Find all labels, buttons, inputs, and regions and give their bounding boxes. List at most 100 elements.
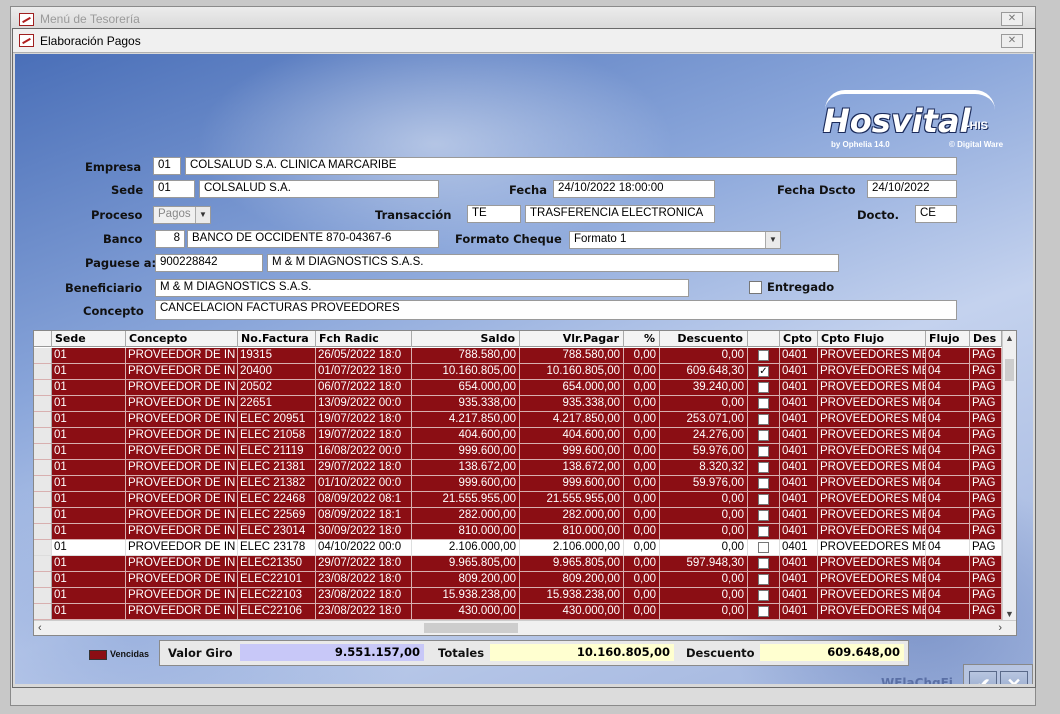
row-selector[interactable] xyxy=(34,508,52,524)
pay-checkbox[interactable] xyxy=(758,398,769,409)
table-row[interactable]: 01 PROVEEDOR DE IN ELEC 21382 01/10/2022 00… xyxy=(34,476,1002,492)
parent-close-button[interactable]: ✕ xyxy=(1001,12,1023,26)
banco-name-field[interactable]: BANCO DE OCCIDENTE 870-04367-6 xyxy=(187,230,439,248)
horizontal-scrollbar[interactable]: ‹ › xyxy=(34,620,1016,635)
table-cell: PROVEEDOR DE IN xyxy=(126,588,238,604)
row-selector[interactable] xyxy=(34,396,52,412)
banco-code-field[interactable]: 8 xyxy=(155,230,185,248)
pay-checkbox[interactable] xyxy=(758,350,769,361)
table-cell: 0401 xyxy=(780,412,818,428)
row-selector[interactable] xyxy=(34,380,52,396)
row-selector[interactable] xyxy=(34,348,52,364)
row-selector[interactable] xyxy=(34,412,52,428)
column-header[interactable]: Concepto xyxy=(126,331,238,347)
empresa-code-field[interactable]: 01 xyxy=(153,157,181,175)
table-row[interactable]: 01 PROVEEDOR DE IN ELEC 23014 30/09/2022 18… xyxy=(34,524,1002,540)
docto-field[interactable]: CE xyxy=(915,205,957,223)
column-header[interactable]: % xyxy=(624,331,660,347)
formato-cheque-select[interactable]: Formato 1 ▼ xyxy=(569,231,781,249)
horizontal-scroll-thumb[interactable] xyxy=(424,623,518,633)
transaccion-name-field[interactable]: TRASFERENCIA ELECTRONICA xyxy=(525,205,715,223)
table-row[interactable]: 01 PROVEEDOR DE IN ELEC 22468 08/09/2022 08… xyxy=(34,492,1002,508)
row-selector[interactable] xyxy=(34,444,52,460)
table-row[interactable]: 01 PROVEEDOR DE IN 20400 01/07/2022 18:0 10.… xyxy=(34,364,1002,380)
pay-checkbox[interactable] xyxy=(758,526,769,537)
pay-checkbox[interactable] xyxy=(758,542,769,553)
pay-checkbox[interactable] xyxy=(758,574,769,585)
row-selector[interactable] xyxy=(34,556,52,572)
column-header[interactable]: Descuento xyxy=(660,331,748,347)
beneficiario-field[interactable]: M & M DIAGNOSTICS S.A.S. xyxy=(155,279,689,297)
column-header[interactable]: Des xyxy=(970,331,1002,347)
row-selector[interactable] xyxy=(34,492,52,508)
pay-checkbox[interactable] xyxy=(758,494,769,505)
column-header[interactable]: Fch Radic xyxy=(316,331,412,347)
proceso-select[interactable]: Pagos ▼ xyxy=(153,206,211,224)
vertical-scroll-thumb[interactable] xyxy=(1005,359,1014,381)
fecha-field[interactable]: 24/10/2022 18:00:00 xyxy=(553,180,715,198)
pay-checkbox[interactable] xyxy=(758,462,769,473)
column-header[interactable]: Saldo xyxy=(412,331,520,347)
column-header[interactable]: Cpto Flujo xyxy=(818,331,926,347)
pay-checkbox[interactable] xyxy=(758,446,769,457)
cancel-button[interactable]: ✕ xyxy=(1000,671,1028,684)
row-selector[interactable] xyxy=(34,364,52,380)
table-row[interactable]: 01 PROVEEDOR DE IN ELEC 20951 19/07/2022 18… xyxy=(34,412,1002,428)
pay-checkbox[interactable] xyxy=(758,430,769,441)
vertical-scrollbar[interactable]: ▲ ▼ xyxy=(1002,331,1016,621)
table-row[interactable]: 01 PROVEEDOR DE IN ELEC 21381 29/07/2022 18… xyxy=(34,460,1002,476)
table-cell xyxy=(748,508,780,524)
dialog-close-button[interactable]: ✕ xyxy=(1001,34,1023,48)
chevron-down-icon[interactable]: ▼ xyxy=(765,232,780,248)
column-header[interactable]: No.Factura xyxy=(238,331,316,347)
row-selector[interactable] xyxy=(34,588,52,604)
scroll-down-icon[interactable]: ▼ xyxy=(1003,607,1016,621)
pay-checkbox[interactable] xyxy=(758,510,769,521)
pay-checkbox[interactable] xyxy=(758,558,769,569)
fecha-dscto-field[interactable]: 24/10/2022 xyxy=(867,180,957,198)
column-header[interactable] xyxy=(748,331,780,347)
table-row[interactable]: 01 PROVEEDOR DE IN ELEC 21058 19/07/2022 18… xyxy=(34,428,1002,444)
concepto-field[interactable]: CANCELACION FACTURAS PROVEEDORES xyxy=(155,300,957,320)
pay-checkbox[interactable] xyxy=(758,606,769,617)
row-selector[interactable] xyxy=(34,540,52,556)
paguese-nit-field[interactable]: 900228842 xyxy=(155,254,263,272)
paguese-name-field[interactable]: M & M DIAGNOSTICS S.A.S. xyxy=(267,254,839,272)
pay-checkbox[interactable]: ✓ xyxy=(758,366,769,377)
pay-checkbox[interactable] xyxy=(758,382,769,393)
row-selector[interactable] xyxy=(34,524,52,540)
pay-checkbox[interactable] xyxy=(758,414,769,425)
scroll-left-icon[interactable]: ‹ xyxy=(38,621,42,635)
sede-code-field[interactable]: 01 xyxy=(153,180,195,198)
sede-name-field[interactable]: COLSALUD S.A. xyxy=(199,180,439,198)
paguese-label: Paguese a: xyxy=(85,256,157,270)
pay-checkbox[interactable] xyxy=(758,590,769,601)
table-row[interactable]: 01 PROVEEDOR DE IN 19315 26/05/2022 18:0 788… xyxy=(34,348,1002,364)
table-row[interactable]: 01 PROVEEDOR DE IN ELEC22101 23/08/2022 18:… xyxy=(34,572,1002,588)
table-row[interactable]: 01 PROVEEDOR DE IN 20502 06/07/2022 18:0 654… xyxy=(34,380,1002,396)
table-row[interactable]: 01 PROVEEDOR DE IN ELEC 22569 08/09/2022 18… xyxy=(34,508,1002,524)
scroll-right-icon[interactable]: › xyxy=(998,621,1002,635)
table-row[interactable]: 01 PROVEEDOR DE IN ELEC22106 23/08/2022 18:… xyxy=(34,604,1002,620)
table-row[interactable]: 01 PROVEEDOR DE IN ELEC22103 23/08/2022 18:… xyxy=(34,588,1002,604)
table-row[interactable]: 01 PROVEEDOR DE IN ELEC 23178 04/10/2022 00… xyxy=(34,540,1002,556)
row-selector[interactable] xyxy=(34,572,52,588)
chevron-down-icon[interactable]: ▼ xyxy=(195,207,210,223)
pay-checkbox[interactable] xyxy=(758,478,769,489)
row-selector[interactable] xyxy=(34,460,52,476)
row-selector[interactable] xyxy=(34,428,52,444)
table-row[interactable]: 01 PROVEEDOR DE IN ELEC21350 29/07/2022 18:… xyxy=(34,556,1002,572)
column-header[interactable]: Vlr.Pagar xyxy=(520,331,624,347)
column-header[interactable]: Flujo xyxy=(926,331,970,347)
empresa-name-field[interactable]: COLSALUD S.A. CLINICA MARCARIBE xyxy=(185,157,957,175)
transaccion-code-field[interactable]: TE xyxy=(467,205,521,223)
accept-button[interactable]: ✔ xyxy=(969,671,997,684)
table-row[interactable]: 01 PROVEEDOR DE IN ELEC 21119 16/08/2022 00… xyxy=(34,444,1002,460)
column-header[interactable]: Cpto xyxy=(780,331,818,347)
row-selector[interactable] xyxy=(34,476,52,492)
scroll-up-icon[interactable]: ▲ xyxy=(1003,331,1016,345)
entregado-checkbox[interactable] xyxy=(749,281,762,294)
row-selector[interactable] xyxy=(34,604,52,620)
table-row[interactable]: 01 PROVEEDOR DE IN 22651 13/09/2022 00:0 935… xyxy=(34,396,1002,412)
column-header[interactable]: Sede xyxy=(52,331,126,347)
